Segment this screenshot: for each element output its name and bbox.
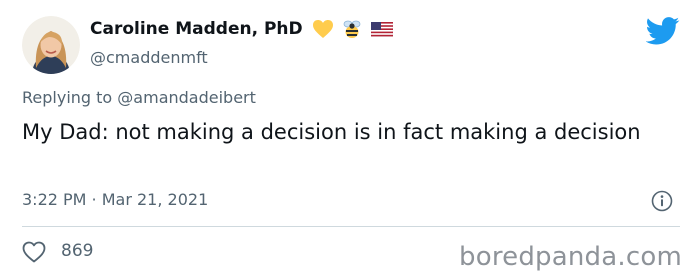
avatar[interactable] [22,16,80,74]
reply-target-link[interactable]: @amandadeibert [117,88,256,107]
tweet-text: My Dad: not making a decision is in fact… [22,120,641,144]
tweet-timestamp[interactable]: 3:22 PM · Mar 21, 2021 [22,190,208,209]
heart-icon[interactable] [22,241,46,263]
divider [22,226,680,227]
us-flag-icon [370,21,393,37]
replying-to-line: Replying to @amandadeibert [22,88,256,107]
author-emojis [312,19,393,39]
like-count: 869 [61,241,94,261]
author-name[interactable]: Caroline Madden, PhD [90,19,303,39]
bee-icon [343,20,361,38]
twitter-bird-icon[interactable] [646,17,680,45]
watermark: boredpanda.com [459,242,682,272]
replying-to-label: Replying to [22,88,113,107]
info-icon[interactable] [651,190,673,212]
author-name-row[interactable]: Caroline Madden, PhD [90,19,393,39]
author-handle[interactable]: @cmaddenmft [90,48,208,67]
yellow-heart-icon [312,19,333,38]
